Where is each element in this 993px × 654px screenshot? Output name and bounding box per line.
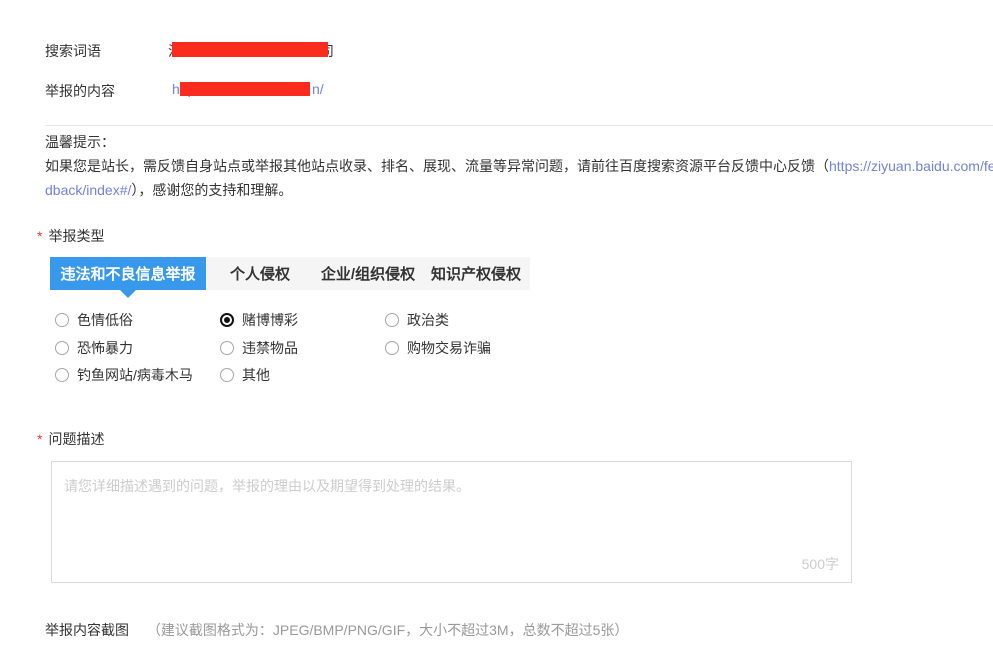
- tip-line-1-text: 如果您是站长，需反馈自身站点或举报其他站点收录、排名、展现、流量等异常问题，请前…: [45, 158, 829, 174]
- redaction-block: [180, 82, 310, 96]
- screenshot-row: 举报内容截图 （建议截图格式为：JPEG/BMP/PNG/GIF，大小不超过3M…: [45, 620, 628, 640]
- tab-ip-infringement[interactable]: 知识产权侵权: [422, 257, 530, 290]
- report-content-value: http:// n/: [172, 81, 352, 99]
- radio-option-phishing-malware[interactable]: 钓鱼网站/病毒木马: [55, 366, 193, 384]
- report-type-tabbar: 违法和不良信息举报 个人侵权 企业/组织侵权 知识产权侵权: [50, 257, 530, 290]
- char-counter: 500字: [802, 554, 839, 574]
- radio-icon: [55, 313, 69, 327]
- description-field-label: * 问题描述: [37, 429, 104, 449]
- tip-title: 温馨提示：: [45, 130, 993, 154]
- search-term-value: 汉 司: [168, 40, 348, 58]
- redaction-block: [172, 42, 328, 57]
- radio-icon: [55, 368, 69, 382]
- radio-option-label: 赌博博彩: [242, 310, 298, 330]
- radio-option-porn-vulgar[interactable]: 色情低俗: [55, 311, 133, 329]
- radio-selected-icon: [220, 313, 234, 327]
- screenshot-hint: （建议截图格式为：JPEG/BMP/PNG/GIF，大小不超过3M，总数不超过5…: [147, 622, 628, 638]
- radio-option-political[interactable]: 政治类: [385, 311, 449, 329]
- radio-icon: [220, 368, 234, 382]
- radio-option-label: 政治类: [407, 310, 449, 330]
- radio-option-shopping-fraud[interactable]: 购物交易诈骗: [385, 339, 491, 357]
- feedback-center-link-continued[interactable]: dback/index#/: [45, 182, 131, 198]
- tip-line-2: dback/index#/），感谢您的支持和理解。: [45, 178, 993, 202]
- description-textarea[interactable]: [52, 462, 851, 582]
- radio-option-label: 色情低俗: [77, 310, 133, 330]
- tab-illegal-bad-info[interactable]: 违法和不良信息举报: [50, 257, 206, 290]
- screenshot-label: 举报内容截图: [45, 622, 129, 638]
- radio-option-other[interactable]: 其他: [220, 366, 270, 384]
- description-label: 问题描述: [48, 431, 104, 447]
- radio-option-prohibited-goods[interactable]: 违禁物品: [220, 339, 298, 357]
- reported-url-link-suffix[interactable]: n/: [312, 81, 324, 97]
- report-content-label: 举报的内容: [45, 81, 115, 101]
- tip-line-1: 如果您是站长，需反馈自身站点或举报其他站点收录、排名、展现、流量等异常问题，请前…: [45, 154, 993, 178]
- report-type-label: 举报类型: [48, 228, 104, 244]
- radio-icon: [385, 341, 399, 355]
- divider: [45, 125, 993, 126]
- tip-block: 温馨提示： 如果您是站长，需反馈自身站点或举报其他站点收录、排名、展现、流量等异…: [45, 130, 993, 202]
- tab-org-infringement[interactable]: 企业/组织侵权: [314, 257, 422, 290]
- radio-option-label: 其他: [242, 365, 270, 385]
- radio-option-terror-violence[interactable]: 恐怖暴力: [55, 339, 133, 357]
- radio-option-gambling[interactable]: 赌博博彩: [220, 311, 298, 329]
- radio-option-label: 钓鱼网站/病毒木马: [77, 365, 193, 385]
- report-type-field-label: * 举报类型: [37, 226, 104, 246]
- radio-option-label: 恐怖暴力: [77, 338, 133, 358]
- active-tab-pointer-icon: [120, 290, 136, 298]
- radio-icon: [55, 341, 69, 355]
- radio-icon: [385, 313, 399, 327]
- search-term-label: 搜索词语: [45, 41, 101, 61]
- radio-option-label: 违禁物品: [242, 338, 298, 358]
- required-asterisk: *: [37, 228, 42, 244]
- required-asterisk: *: [37, 431, 42, 447]
- tab-personal-infringement[interactable]: 个人侵权: [206, 257, 314, 290]
- feedback-center-link[interactable]: https://ziyuan.baidu.com/fee: [829, 158, 993, 174]
- radio-option-label: 购物交易诈骗: [407, 338, 491, 358]
- tip-line-2-text: ），感谢您的支持和理解。: [131, 182, 292, 198]
- radio-icon: [220, 341, 234, 355]
- description-box: 500字: [51, 461, 852, 583]
